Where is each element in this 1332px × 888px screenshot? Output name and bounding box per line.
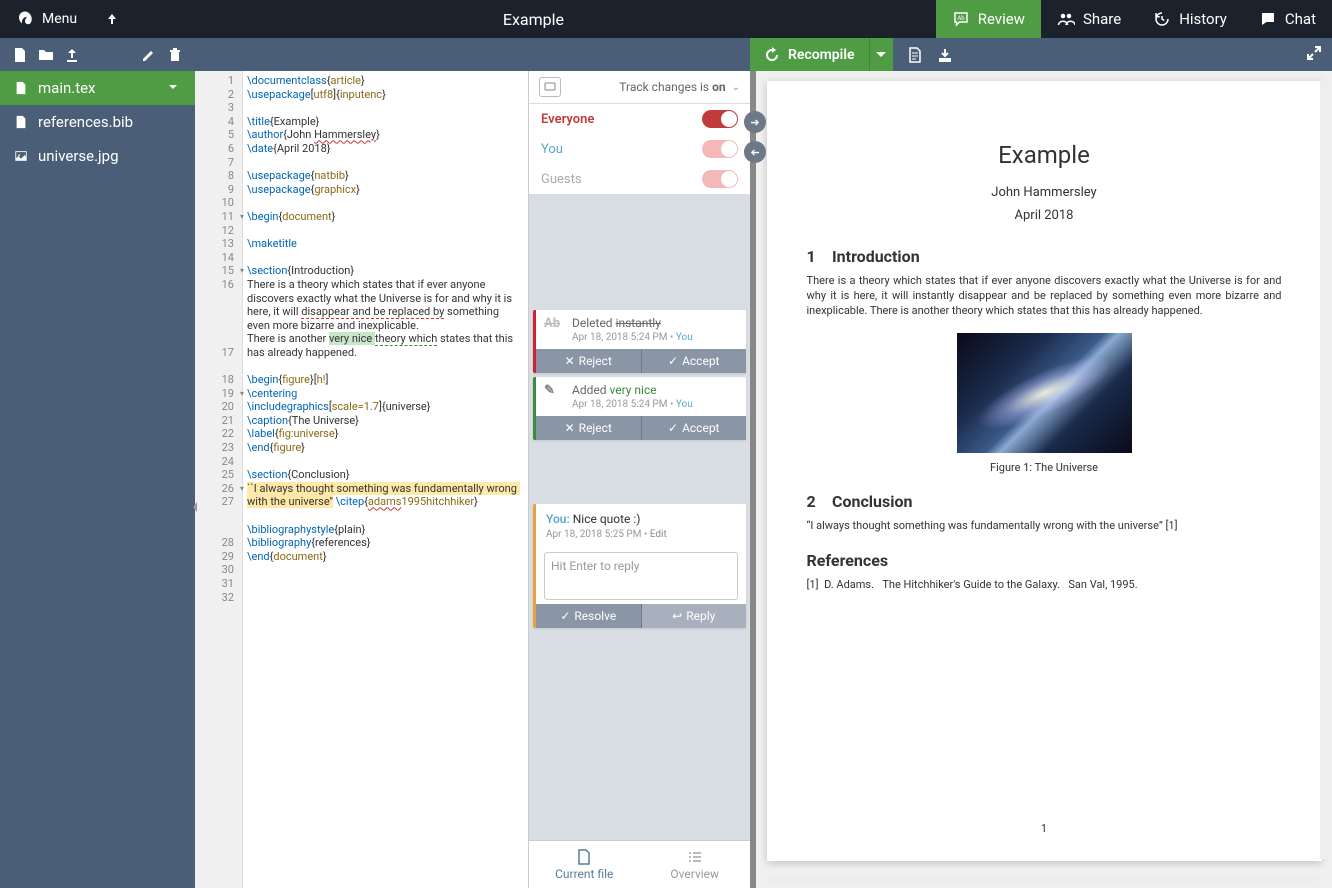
menu-label: Menu	[42, 11, 77, 27]
back-button[interactable]	[93, 0, 131, 38]
share-icon	[1057, 10, 1075, 28]
topbar: Menu Example Ab Review Share History Cha…	[0, 0, 1332, 38]
comment-mode-icon[interactable]	[539, 77, 561, 97]
svg-text:Ab: Ab	[957, 15, 965, 22]
change-added: ✎ Added very nice Apr 18, 2018 5:24 PM •…	[533, 377, 746, 440]
pdf-ref-body: [1] D. Adams. The Hitchhiker's Guide to …	[807, 578, 1282, 593]
overleaf-logo-icon	[16, 10, 34, 28]
track-changes-header: Track changes is on ⌄	[529, 71, 750, 104]
upload-icon[interactable]	[64, 47, 80, 63]
reject-button[interactable]: ✕ Reject	[536, 416, 642, 440]
strikethrough-icon: Ab	[544, 316, 564, 343]
new-file-icon[interactable]	[12, 47, 28, 63]
track-you: You	[529, 134, 750, 164]
track-everyone: Everyone	[529, 104, 750, 134]
download-icon[interactable]	[937, 47, 953, 63]
chevron-down-icon[interactable]: ⌄	[732, 82, 740, 93]
new-folder-icon[interactable]	[38, 47, 54, 63]
change-deleted: Ab Deleted instantly Apr 18, 2018 5:24 P…	[533, 310, 746, 373]
go-left-icon[interactable]: ➔	[744, 141, 766, 163]
edit-link[interactable]: Edit	[650, 529, 667, 540]
file-icon	[14, 115, 28, 129]
file-icon	[14, 81, 28, 95]
resolve-button[interactable]: ✓ Resolve	[536, 604, 642, 628]
toggle-guests[interactable]	[702, 170, 738, 188]
pdf-references: References	[807, 551, 1282, 570]
history-icon	[1153, 10, 1171, 28]
pdf-page-number: 1	[767, 822, 1322, 835]
review-button[interactable]: Ab Review	[936, 0, 1041, 38]
review-tabs: Current file Overview	[529, 840, 750, 888]
toolbar: Recompile	[0, 38, 1332, 71]
pdf-section-1: 1 Introduction	[807, 247, 1282, 266]
accept-button[interactable]: ✓ Accept	[642, 349, 747, 373]
pdf-preview: Example John Hammersley April 2018 1 Int…	[756, 71, 1332, 888]
universe-image	[957, 333, 1132, 453]
accept-button[interactable]: ✓ Accept	[642, 416, 747, 440]
image-icon	[14, 149, 28, 163]
comment-card: You: Nice quote :) Apr 18, 2018 5:25 PM …	[533, 504, 746, 628]
pdf-title: Example	[807, 141, 1282, 169]
reject-button[interactable]: ✕ Reject	[536, 349, 642, 373]
refresh-icon	[764, 47, 780, 63]
pencil-icon: ✎	[544, 383, 564, 410]
list-icon	[687, 849, 703, 865]
logs-icon[interactable]	[907, 47, 923, 63]
toggle-everyone[interactable]	[702, 110, 738, 128]
chevron-down-icon	[876, 50, 886, 60]
fullscreen-icon[interactable]	[1306, 45, 1322, 61]
chat-icon	[1259, 10, 1277, 28]
code-editor[interactable]: 1234567891011121314151617181920212223242…	[195, 71, 528, 888]
pdf-date: April 2018	[807, 208, 1282, 223]
chevron-down-icon	[167, 81, 181, 95]
pdf-page: Example John Hammersley April 2018 1 Int…	[767, 81, 1322, 861]
history-button[interactable]: History	[1137, 0, 1243, 38]
file-tree: main.tex references.bib universe.jpg	[0, 71, 195, 888]
chat-button[interactable]: Chat	[1243, 0, 1332, 38]
rename-icon[interactable]	[141, 47, 157, 63]
arrow-up-icon	[105, 12, 119, 26]
share-button[interactable]: Share	[1041, 0, 1137, 38]
pdf-body-2: “I always thought something was fundamen…	[807, 519, 1282, 534]
menu-button[interactable]: Menu	[0, 0, 93, 38]
file-main-tex[interactable]: main.tex	[0, 71, 195, 105]
pdf-scrollbar-vertical[interactable]	[1320, 81, 1330, 859]
pdf-figure: Figure 1: The Universe	[807, 333, 1282, 474]
file-icon	[576, 849, 592, 865]
code-content[interactable]: \documentclass{article}\usepackage[utf8]…	[243, 71, 528, 888]
reply-button[interactable]: ↩ Reply	[642, 604, 747, 628]
toggle-you[interactable]	[702, 140, 738, 158]
go-right-icon[interactable]: ➔	[744, 111, 766, 133]
track-guests: Guests	[529, 164, 750, 194]
review-icon: Ab	[952, 10, 970, 28]
project-title: Example	[131, 10, 936, 29]
tab-overview[interactable]: Overview	[640, 841, 751, 888]
pdf-author: John Hammersley	[807, 185, 1282, 200]
reply-input[interactable]: Hit Enter to reply	[544, 552, 738, 600]
pdf-section-2: 2 Conclusion	[807, 492, 1282, 511]
recompile-button[interactable]: Recompile	[750, 38, 869, 71]
tab-current-file[interactable]: Current file	[529, 841, 640, 888]
review-pane: Track changes is on ⌄ Everyone You Guest…	[528, 71, 750, 888]
collapse-left-icon[interactable]	[185, 496, 207, 518]
recompile-dropdown[interactable]	[869, 38, 893, 71]
delete-icon[interactable]	[167, 47, 183, 63]
pdf-scrollbar-horizontal[interactable]	[766, 876, 1318, 886]
line-gutter: 1234567891011121314151617181920212223242…	[195, 71, 243, 888]
file-references-bib[interactable]: references.bib	[0, 105, 195, 139]
file-universe-jpg[interactable]: universe.jpg	[0, 139, 195, 173]
pdf-body-1: There is a theory which states that if e…	[807, 274, 1282, 319]
